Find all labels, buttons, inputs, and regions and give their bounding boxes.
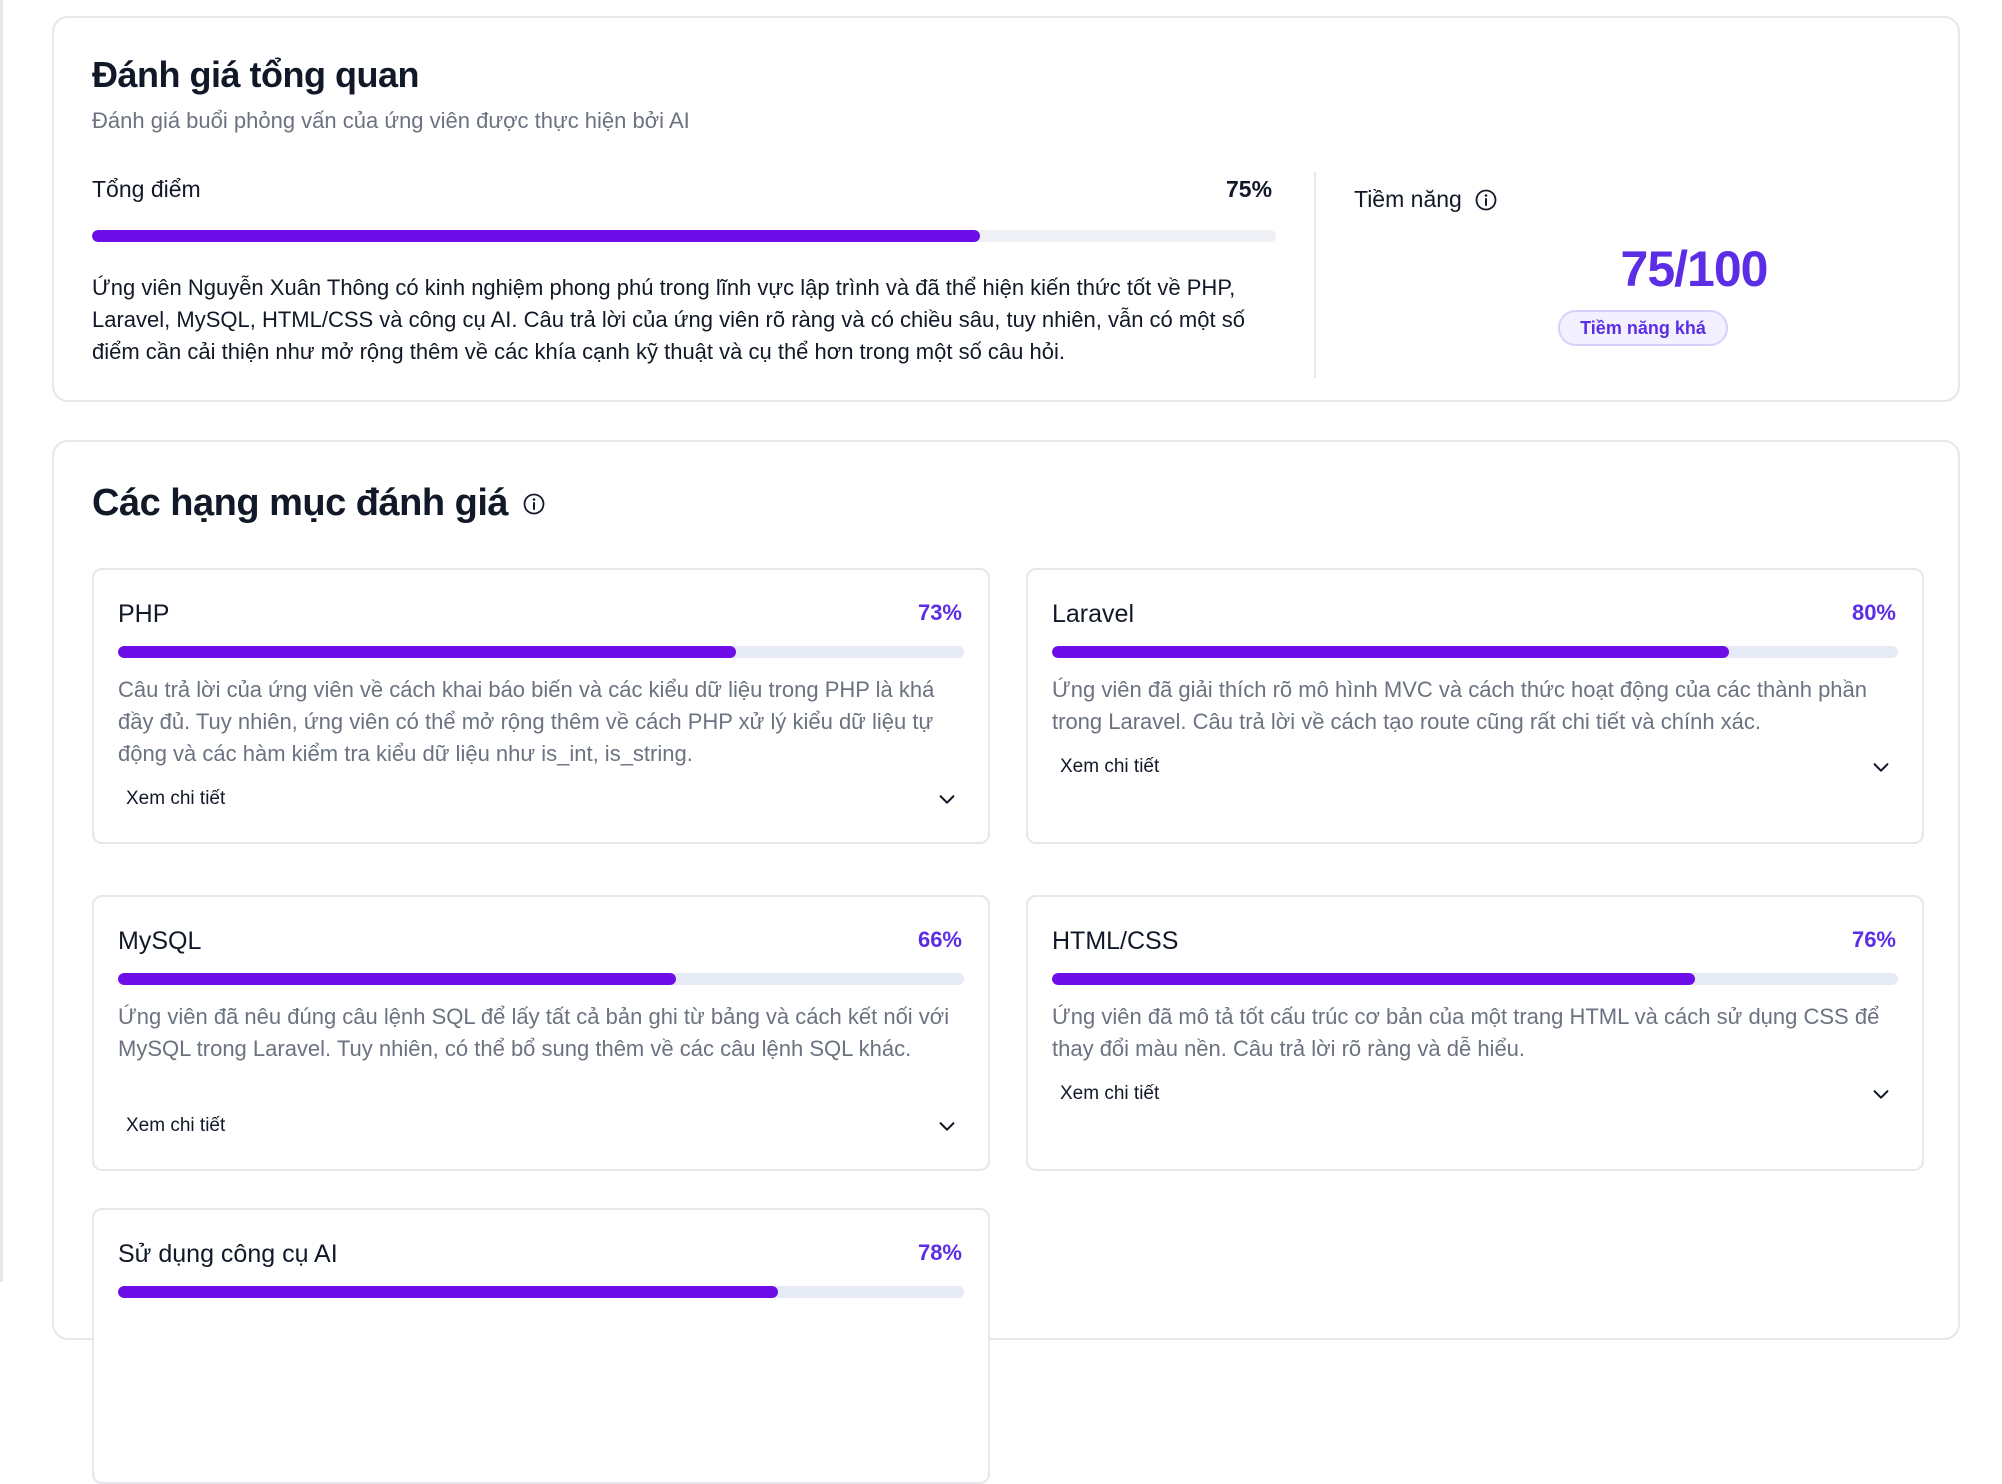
potential-badge: Tiềm năng khá	[1558, 310, 1728, 346]
category-progress-bar	[1052, 973, 1898, 985]
category-progress-fill	[118, 973, 677, 985]
category-name: Sử dụng công cụ AI	[118, 1240, 338, 1268]
view-detail-toggle[interactable]: Xem chi tiết	[1060, 1083, 1892, 1105]
category-description: Ứng viên đã mô tả tốt cấu trúc cơ bản củ…	[1052, 1004, 1880, 1061]
overview-subtitle: Đánh giá buổi phỏng vấn của ứng viên đượ…	[92, 108, 690, 133]
category-percent: 73%	[917, 600, 962, 625]
category-card-ai-tools: Sử dụng công cụ AI 78%	[92, 1208, 990, 1484]
categories-title: Các hạng mục đánh giá	[92, 482, 546, 525]
category-card-html-css: HTML/CSS 76% Ứng viên đã mô tả tốt cấu t…	[1026, 895, 1924, 1171]
category-name: MySQL	[118, 927, 202, 955]
category-progress-bar	[118, 973, 964, 985]
total-score-progress-fill	[92, 230, 980, 242]
view-detail-label: Xem chi tiết	[1060, 756, 1160, 777]
category-name: Laravel	[1052, 600, 1134, 628]
info-icon[interactable]	[1474, 188, 1498, 212]
potential-label-text: Tiềm năng	[1354, 186, 1462, 212]
category-name: PHP	[118, 600, 170, 628]
potential-score: 75/100	[1620, 241, 1769, 297]
category-card-php: PHP 73% Câu trả lời của ứng viên về cách…	[92, 568, 990, 844]
potential-label: Tiềm năng	[1354, 186, 1498, 213]
category-description: Ứng viên đã giải thích rõ mô hình MVC và…	[1052, 677, 1868, 734]
total-score-progress-bar	[92, 230, 1276, 242]
total-score-label: Tổng điểm	[92, 176, 201, 202]
view-detail-label: Xem chi tiết	[1060, 1083, 1160, 1104]
view-detail-toggle[interactable]: Xem chi tiết	[126, 1115, 958, 1137]
left-edge-divider	[0, 0, 3, 1282]
view-detail-label: Xem chi tiết	[126, 1115, 226, 1136]
chevron-down-icon	[1873, 763, 1889, 772]
category-progress-bar	[118, 646, 964, 658]
category-progress-fill	[1052, 646, 1729, 658]
categories-card: Các hạng mục đánh giá PHP 73% Câu trả lờ…	[52, 440, 1960, 1484]
category-percent: 66%	[917, 927, 962, 952]
total-score-value: 75%	[1226, 176, 1273, 202]
category-description: Câu trả lời của ứng viên về cách khai bá…	[118, 677, 935, 766]
chevron-down-icon	[939, 1122, 955, 1131]
category-card-mysql: MySQL 66% Ứng viên đã nêu đúng câu lệnh …	[92, 895, 990, 1171]
overview-title: Đánh giá tổng quan	[92, 54, 419, 95]
category-progress-fill	[118, 1286, 778, 1298]
vertical-divider	[1314, 172, 1316, 378]
view-detail-toggle[interactable]: Xem chi tiết	[126, 788, 958, 810]
chevron-down-icon	[1873, 1090, 1889, 1099]
category-percent: 80%	[1851, 600, 1896, 625]
category-card-laravel: Laravel 80% Ứng viên đã giải thích rõ mô…	[1026, 568, 1924, 844]
category-progress-fill	[118, 646, 736, 658]
overview-summary: Ứng viên Nguyễn Xuân Thông có kinh nghiệ…	[92, 275, 1245, 364]
category-description: Ứng viên đã nêu đúng câu lệnh SQL để lấy…	[118, 1004, 950, 1061]
overview-card: Đánh giá tổng quan Đánh giá buổi phỏng v…	[52, 16, 1960, 402]
view-detail-label: Xem chi tiết	[126, 788, 226, 809]
info-icon[interactable]	[522, 492, 546, 516]
view-detail-toggle[interactable]: Xem chi tiết	[1060, 756, 1892, 778]
category-percent: 76%	[1851, 927, 1896, 952]
chevron-down-icon	[939, 795, 955, 804]
categories-title-text: Các hạng mục đánh giá	[92, 482, 509, 524]
category-name: HTML/CSS	[1052, 927, 1179, 955]
category-progress-bar	[118, 1286, 964, 1298]
category-progress-bar	[1052, 646, 1898, 658]
category-progress-fill	[1052, 973, 1695, 985]
category-percent: 78%	[917, 1240, 962, 1265]
